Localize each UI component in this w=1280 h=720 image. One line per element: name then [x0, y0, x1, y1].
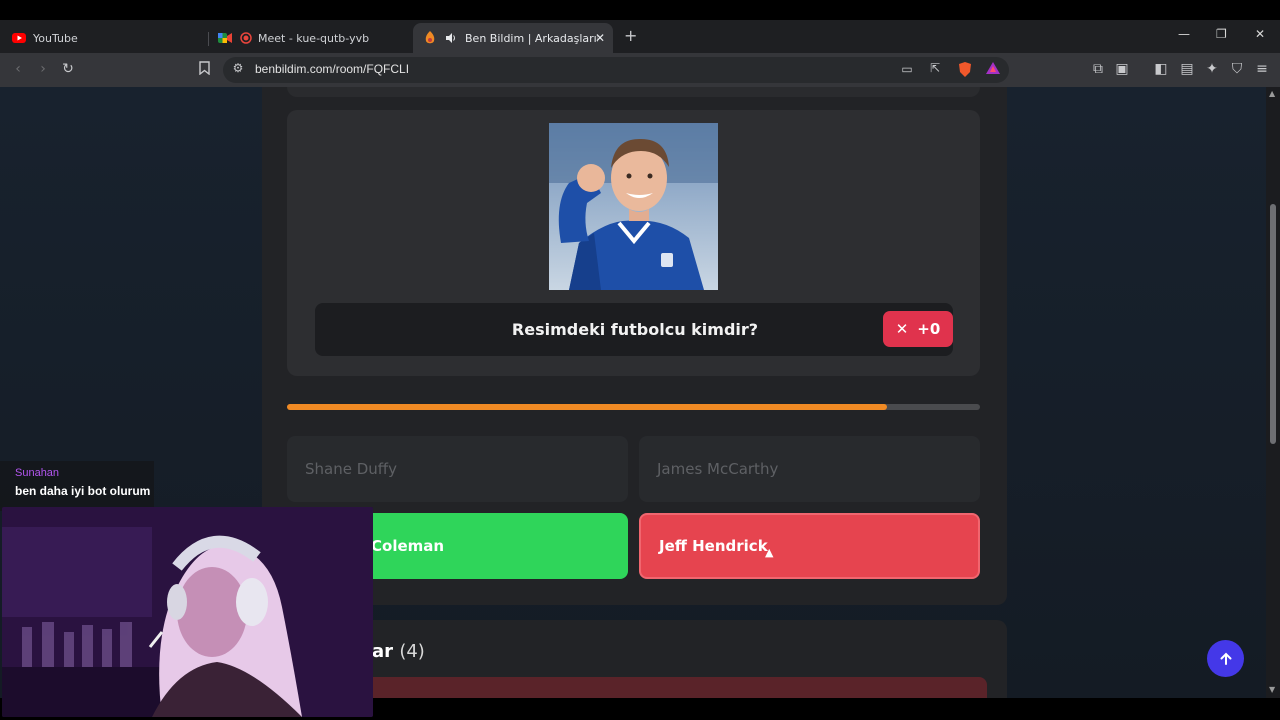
chat-username: Sunahan [15, 467, 60, 479]
tab-benbildim[interactable]: Ben Bildim | Arkadaşlarınla On ✕ [413, 23, 613, 53]
meet-icon [218, 31, 232, 45]
browser-toolbar: ‹ › ↻ ⚙ benbildim.com/room/FQFCLI ▭ ⇱ ⧉ … [0, 53, 1280, 87]
scroll-to-top-button[interactable] [1207, 640, 1244, 677]
scroll-down-icon[interactable]: ▼ [1269, 685, 1275, 694]
scroll-thumb[interactable] [1270, 204, 1276, 444]
question-text: Resimdeki futbolcu kimdir? [511, 320, 759, 339]
url-text: benbildim.com/room/FQFCLI [255, 62, 410, 76]
players-title: ar (4) [372, 641, 425, 662]
back-icon[interactable]: ‹ [9, 61, 27, 77]
page-scrollbar[interactable]: ▲ ▼ [1266, 87, 1280, 698]
players-count: (4) [399, 641, 425, 662]
wallet-icon[interactable]: ▤ [1178, 61, 1196, 77]
share-icon[interactable]: ⇱ [926, 61, 944, 75]
vpn-icon[interactable]: ⛉ [1228, 61, 1246, 77]
benbildim-icon [423, 31, 437, 45]
chat-text: ben daha iyi bot olurum [15, 484, 151, 498]
answer-option-4[interactable]: Jeff Hendrick [639, 513, 980, 579]
address-bar[interactable]: ⚙ benbildim.com/room/FQFCLI ▭ ⇱ [223, 57, 1009, 83]
answer-option-2[interactable]: James McCarthy [639, 436, 980, 502]
bookmark-icon[interactable] [195, 61, 213, 79]
scroll-up-icon[interactable]: ▲ [1269, 89, 1275, 98]
close-icon: ✕ [895, 320, 909, 338]
player-row [287, 677, 987, 698]
sidebar-icon[interactable]: ◧ [1152, 61, 1170, 77]
leo-ai-icon[interactable]: ✦ [1203, 61, 1221, 77]
score-value: +0 [917, 320, 941, 338]
speaker-icon [444, 31, 458, 45]
score-badge: ✕ +0 [883, 311, 953, 347]
menu-icon[interactable]: ≡ [1253, 61, 1271, 77]
tab-youtube[interactable]: YouTube [2, 23, 207, 53]
answer-option-1[interactable]: Shane Duffy [287, 436, 628, 502]
tab-title: Ben Bildim | Arkadaşlarınla On [465, 31, 598, 45]
reload-icon[interactable]: ↻ [59, 61, 77, 77]
close-tab-icon[interactable]: ✕ [595, 31, 605, 45]
minimize-icon[interactable]: — [1178, 27, 1190, 41]
tab-title: YouTube [33, 31, 78, 45]
question-card: Resimdeki futbolcu kimdir? ✕ +0 [287, 110, 980, 376]
player-photo [549, 123, 718, 290]
restore-icon[interactable]: ❐ [1216, 27, 1227, 41]
game-panel: Resimdeki futbolcu kimdir? ✕ +0 Shane Du… [262, 87, 1007, 605]
players-title-text: ar [372, 641, 394, 662]
arrow-up-icon [1220, 652, 1231, 665]
tab-strip: YouTube Meet - kue-qutb-yvb Ben Bildim |… [0, 20, 1280, 53]
tab-title: Meet - kue-qutb-yvb [258, 31, 370, 45]
brave-shields-icon[interactable] [956, 62, 974, 81]
recording-icon [239, 31, 253, 45]
site-settings-icon[interactable]: ⚙ [229, 61, 247, 75]
screen-top-edge [0, 0, 1280, 20]
previous-card [287, 87, 980, 97]
streamer-webcam [2, 507, 373, 717]
timer-progress-bar [287, 404, 980, 410]
extensions-icon[interactable]: ⧉ [1089, 61, 1107, 77]
stream-chat-message: Sunahan ben daha iyi bot olurum [0, 461, 154, 511]
timer-progress-fill [287, 404, 888, 410]
tab-meet[interactable]: Meet - kue-qutb-yvb [208, 23, 413, 53]
reader-icon[interactable]: ▣ [1113, 61, 1131, 77]
new-tab-button[interactable]: + [624, 26, 637, 45]
brave-rewards-icon[interactable] [984, 62, 1002, 78]
mouse-cursor-icon: ▲ [765, 546, 774, 559]
question-bar: Resimdeki futbolcu kimdir? ✕ +0 [315, 303, 953, 356]
close-window-icon[interactable]: ✕ [1255, 27, 1265, 41]
cast-icon[interactable]: ▭ [898, 62, 916, 76]
players-panel: ar (4) [262, 620, 1007, 698]
youtube-icon [12, 31, 26, 45]
forward-icon[interactable]: › [34, 61, 52, 77]
